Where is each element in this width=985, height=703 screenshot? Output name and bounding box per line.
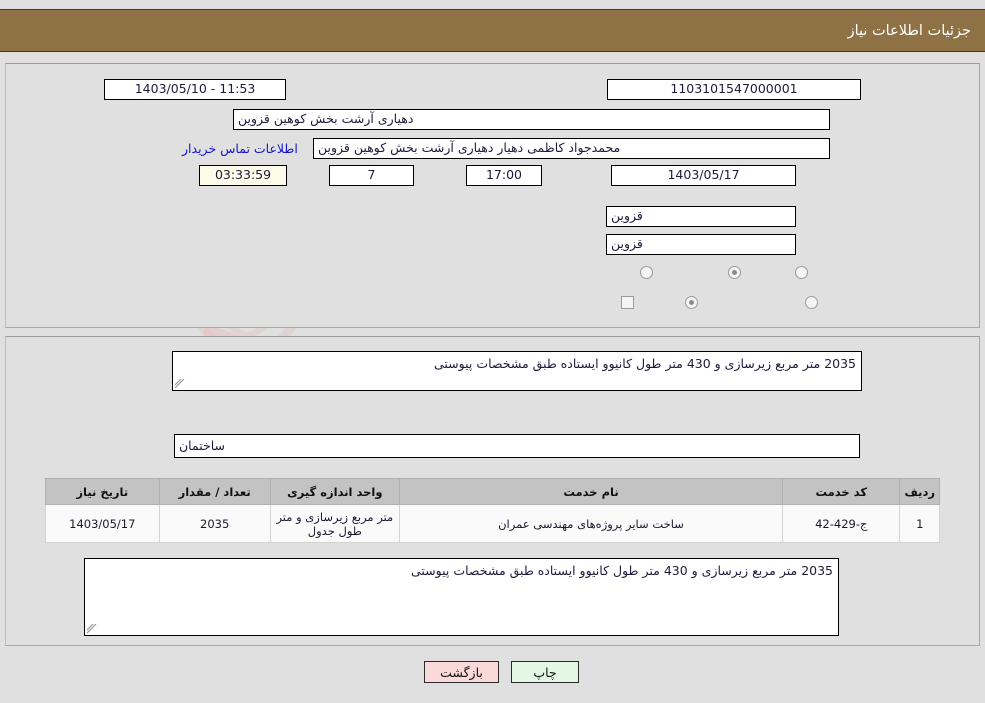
buyer-contact-link[interactable]: اطلاعات تماس خریدار — [182, 141, 298, 156]
table-header-row: ردیف کد خدمت نام خدمت واحد اندازه گیری ت… — [45, 478, 940, 505]
col-row-no: ردیف — [899, 478, 940, 505]
radio-category-kala-khedmat[interactable] — [640, 266, 653, 279]
radio-category-kala[interactable] — [795, 266, 808, 279]
need-summary-panel — [5, 63, 980, 328]
deadline-date-value: 1403/05/17 — [611, 165, 796, 186]
radio-process-motevaset[interactable] — [685, 296, 698, 309]
cell-unit: متر مربع زیرسازی و متر طول جدول — [269, 504, 400, 543]
back-button[interactable]: بازگشت — [424, 661, 499, 683]
resize-grip-icon — [87, 624, 97, 634]
general-desc-textarea[interactable]: 2035 متر مربع زیرسازی و 430 متر طول کانی… — [172, 351, 862, 391]
countdown-timer: 03:33:59 — [199, 165, 287, 186]
delivery-province-value: قزوین — [606, 206, 796, 227]
deadline-days-value: 7 — [329, 165, 414, 186]
resize-grip-icon — [175, 379, 185, 389]
cell-service-name: ساخت سایر پروژه‌های مهندسی عمران — [398, 504, 784, 543]
delivery-city-value: قزوین — [606, 234, 796, 255]
services-table: ردیف کد خدمت نام خدمت واحد اندازه گیری ت… — [45, 478, 940, 543]
general-desc-value: 2035 متر مربع زیرسازی و 430 متر طول کانی… — [433, 356, 856, 371]
page-root: جزئیات اطلاعات نیاز AriaTender.net شماره… — [0, 0, 985, 703]
treasury-bonds-checkbox[interactable] — [621, 296, 634, 309]
cell-row-no: 1 — [899, 504, 940, 543]
deadline-time-value: 17:00 — [466, 165, 542, 186]
announce-datetime-value: 11:53 - 1403/05/10 — [104, 79, 286, 100]
service-group-value: ساختمان — [174, 434, 860, 458]
page-header: جزئیات اطلاعات نیاز — [0, 9, 985, 52]
buyer-notes-value: 2035 متر مربع زیرسازی و 430 متر طول کانی… — [410, 563, 833, 578]
col-quantity: تعداد / مقدار — [158, 478, 271, 505]
cell-need-date: 1403/05/17 — [45, 504, 160, 543]
table-row: 1 ج-429-42 ساخت سایر پروژه‌های مهندسی عم… — [45, 504, 940, 543]
col-unit: واحد اندازه گیری — [269, 478, 400, 505]
cell-quantity: 2035 — [158, 504, 271, 543]
requester-value: محمدجواد کاظمی دهیار دهیاری آرشت بخش کوه… — [313, 138, 830, 159]
print-button[interactable]: چاپ — [511, 661, 579, 683]
page-title: جزئیات اطلاعات نیاز — [847, 22, 971, 39]
buyer-notes-textarea[interactable]: 2035 متر مربع زیرسازی و 430 متر طول کانی… — [84, 558, 839, 636]
col-service-code: کد خدمت — [782, 478, 901, 505]
cell-service-code: ج-429-42 — [782, 504, 901, 543]
radio-process-jozii[interactable] — [805, 296, 818, 309]
need-number-value: 1103101547000001 — [607, 79, 861, 100]
buyer-org-value: دهیاری آرشت بخش کوهین قزوین — [233, 109, 830, 130]
radio-category-khedmat[interactable] — [728, 266, 741, 279]
col-need-date: تاریخ نیاز — [45, 478, 160, 505]
col-service-name: نام خدمت — [398, 478, 784, 505]
